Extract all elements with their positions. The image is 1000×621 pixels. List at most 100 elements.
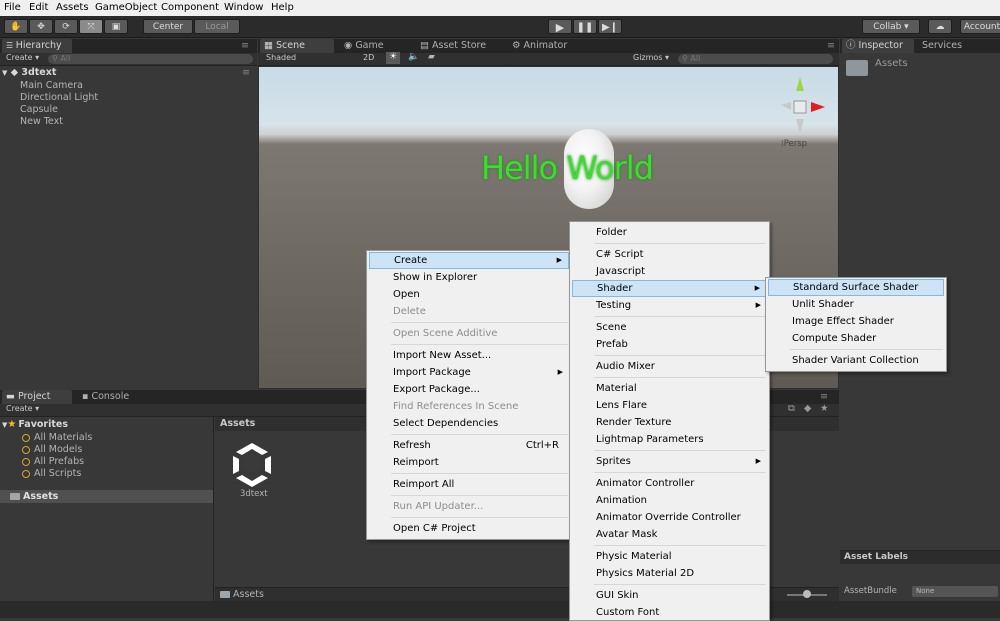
menu-item-avatar-mask[interactable]: Avatar Mask — [572, 526, 767, 543]
cloud-button[interactable]: ☁ — [928, 19, 952, 34]
rotate-tool-button[interactable]: ⟳ — [54, 19, 78, 34]
favorite-item[interactable]: All Models — [22, 444, 82, 455]
gizmos-dropdown[interactable]: Gizmos ▾ — [633, 53, 669, 62]
menu-item-export-package[interactable]: Export Package... — [369, 381, 569, 398]
panel-lock-icon[interactable]: ≡ — [241, 40, 249, 51]
menu-component[interactable]: Component — [161, 2, 219, 13]
tab-game[interactable]: ◉ Game — [340, 39, 410, 53]
menu-item-scene[interactable]: Scene — [572, 319, 767, 336]
menu-item-select-dependencies[interactable]: Select Dependencies — [369, 415, 569, 432]
menu-item-refresh[interactable]: Refresh Ctrl+R — [369, 437, 569, 454]
favorite-item[interactable]: All Materials — [22, 432, 92, 443]
orientation-gizmo[interactable] — [773, 75, 827, 135]
menu-item-reimport[interactable]: Reimport — [369, 454, 569, 471]
asset-label[interactable]: 3dtext — [240, 489, 268, 499]
move-tool-button[interactable]: ✥ — [29, 19, 53, 34]
favorite-item[interactable]: All Scripts — [22, 468, 81, 479]
persp-label[interactable]: ⁝Persp — [781, 139, 807, 149]
menu-item-import-package[interactable]: Import Package ▶ — [369, 364, 569, 381]
hand-tool-button[interactable]: ✋ — [4, 19, 28, 34]
step-button[interactable]: ▶❙ — [598, 19, 622, 34]
lighting-toggle[interactable]: ☀ — [386, 52, 400, 64]
tab-inspector[interactable]: ⓘ Inspector — [842, 39, 914, 53]
hierarchy-search-input[interactable]: ⚲ All — [48, 54, 253, 64]
menu-item-image-effect-shader[interactable]: Image Effect Shader — [768, 313, 944, 330]
play-button[interactable]: ▶ — [548, 19, 572, 34]
tab-project[interactable]: ▬ Project — [2, 390, 72, 404]
favorite-item[interactable]: All Prefabs — [22, 456, 84, 467]
menu-item-sprites[interactable]: Sprites ▶ — [572, 453, 767, 470]
scene-search-input[interactable]: ⚲ All — [678, 54, 833, 64]
menu-assets[interactable]: Assets — [56, 2, 89, 13]
expand-arrow-icon[interactable]: ▼ — [2, 69, 7, 77]
hierarchy-item[interactable]: Main Camera — [20, 80, 83, 91]
gizmo-neg-y[interactable] — [796, 119, 804, 133]
menu-item-import-new-asset[interactable]: Import New Asset... — [369, 347, 569, 364]
menu-item-shader-variant-collection[interactable]: Shader Variant Collection — [768, 352, 944, 369]
menu-help[interactable]: Help — [271, 2, 294, 13]
assets-root-node[interactable]: Assets — [0, 490, 213, 503]
assets-breadcrumb[interactable]: Assets — [220, 418, 255, 429]
scene-options-icon[interactable]: ≡ — [242, 67, 250, 78]
menu-item-csharp-script[interactable]: C# Script — [572, 246, 767, 263]
menu-item-show-in-explorer[interactable]: Show in Explorer — [369, 269, 569, 286]
pivot-center-button[interactable]: Center — [143, 19, 193, 34]
gizmo-neg-x[interactable] — [781, 102, 791, 110]
tab-services[interactable]: Services — [918, 39, 988, 53]
scale-tool-button[interactable]: ⤧ — [79, 19, 103, 34]
assetbundle-dropdown[interactable]: None — [912, 586, 998, 597]
tab-hierarchy[interactable]: ☰ Hierarchy — [2, 39, 72, 53]
menu-item-physics-material-2d[interactable]: Physics Material 2D — [572, 565, 767, 582]
tab-console[interactable]: ▪ Console — [78, 390, 148, 404]
rect-tool-button[interactable]: ▣ — [104, 19, 128, 34]
hierarchy-item[interactable]: Capsule — [20, 104, 58, 115]
hierarchy-item[interactable]: New Text — [20, 116, 63, 127]
menu-item-prefab[interactable]: Prefab — [572, 336, 767, 353]
hierarchy-item[interactable]: Directional Light — [20, 92, 98, 103]
pause-button[interactable]: ❚❚ — [573, 19, 597, 34]
unity-scene-asset[interactable] — [228, 440, 276, 488]
menu-item-compute-shader[interactable]: Compute Shader — [768, 330, 944, 347]
menu-item-reimport-all[interactable]: Reimport All — [369, 476, 569, 493]
tab-asset-store[interactable]: ▤ Asset Store — [416, 39, 506, 53]
shading-mode-dropdown[interactable]: Shaded — [266, 53, 296, 62]
menu-item-animator-override-controller[interactable]: Animator Override Controller — [572, 509, 767, 526]
favorite-icon[interactable]: ★ — [820, 403, 829, 414]
tab-animator[interactable]: ⚙ Animator — [508, 39, 588, 53]
menu-item-testing[interactable]: Testing ▶ — [572, 297, 767, 314]
menu-item-gui-skin[interactable]: GUI Skin — [572, 587, 767, 604]
menu-window[interactable]: Window — [224, 2, 263, 13]
account-button[interactable]: Account — [960, 19, 1000, 34]
menu-item-physic-material[interactable]: Physic Material — [572, 548, 767, 565]
menu-item-custom-font[interactable]: Custom Font — [572, 604, 767, 621]
tab-scene[interactable]: ▦ Scene — [260, 39, 334, 53]
effects-toggle[interactable]: ▰ — [428, 52, 435, 62]
create-dropdown[interactable]: Create ▾ — [6, 53, 39, 62]
favorites-node[interactable]: ▼★ Favorites — [2, 419, 68, 430]
audio-toggle[interactable]: 🔈 — [408, 52, 419, 62]
menu-item-folder[interactable]: Folder — [572, 224, 767, 241]
scene-root[interactable]: ▼ ◆ 3dtext — [2, 67, 56, 78]
menu-item-lens-flare[interactable]: Lens Flare — [572, 397, 767, 414]
menu-item-create[interactable]: Create ▶ — [369, 252, 569, 269]
menu-item-animation[interactable]: Animation — [572, 492, 767, 509]
panel-menu-icon[interactable]: ≡ — [827, 40, 835, 51]
hello-world-text[interactable]: Hello World — [481, 149, 654, 187]
menu-item-material[interactable]: Material — [572, 380, 767, 397]
menu-item-javascript[interactable]: Javascript — [572, 263, 767, 280]
menu-item-open[interactable]: Open — [369, 286, 569, 303]
collab-button[interactable]: Collab ▾ — [862, 19, 920, 34]
menu-item-unlit-shader[interactable]: Unlit Shader — [768, 296, 944, 313]
gizmo-y-axis[interactable] — [796, 77, 804, 91]
menu-item-standard-surface-shader[interactable]: Standard Surface Shader — [768, 279, 944, 296]
panel-menu-icon[interactable]: ≡ — [820, 391, 828, 402]
pivot-local-button[interactable]: Local — [194, 19, 240, 34]
menu-edit[interactable]: Edit — [29, 2, 48, 13]
menu-gameobject[interactable]: GameObject — [95, 2, 157, 13]
filter-icon[interactable]: ⧉ — [788, 403, 795, 414]
mode-2d-toggle[interactable]: 2D — [363, 53, 374, 62]
zoom-slider-thumb[interactable] — [803, 590, 811, 598]
menu-item-lightmap-parameters[interactable]: Lightmap Parameters — [572, 431, 767, 448]
menu-item-animator-controller[interactable]: Animator Controller — [572, 475, 767, 492]
gizmo-x-axis[interactable] — [811, 102, 825, 112]
